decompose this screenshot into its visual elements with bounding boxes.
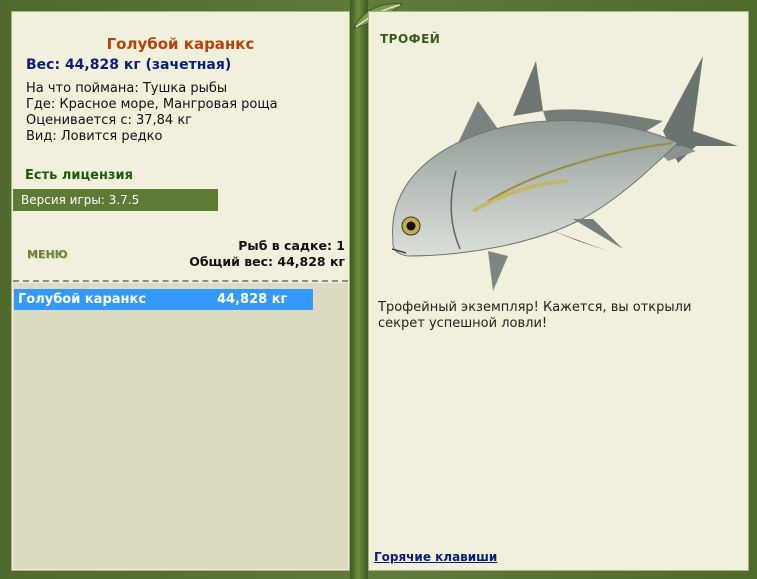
catch-list-item[interactable]: Голубой каранкс 44,828 кг <box>14 289 313 310</box>
right-panel: ТРОФЕЙ Трофейный экземпляр! Кажется, вы … <box>368 11 749 571</box>
rarity-info: Вид: Ловится редко <box>26 129 163 144</box>
game-version: Версия игры: 3.7.5 <box>13 189 218 211</box>
cage-stats: Рыб в садке: 1 Общий вес: 44,828 кг <box>189 238 345 270</box>
value-info: Оценивается с: 37,84 кг <box>26 113 193 128</box>
catch-item-weight: 44,828 кг <box>217 292 288 307</box>
cage-total-weight: Общий вес: 44,828 кг <box>189 254 345 269</box>
left-panel: Голубой каранкс Вес: 44,828 кг (зачетная… <box>11 11 350 571</box>
fish-title: Голубой каранкс <box>106 35 255 53</box>
trophy-message: Трофейный экземпляр! Кажется, вы открыли… <box>378 300 692 331</box>
trophy-label: ТРОФЕЙ <box>380 32 441 46</box>
catch-item-name: Голубой каранкс <box>18 292 147 307</box>
fish-weight: Вес: 44,828 кг (зачетная) <box>26 57 232 73</box>
fish-image <box>391 56 738 291</box>
cage-count: Рыб в садке: 1 <box>238 238 345 253</box>
catch-list <box>13 283 348 569</box>
bait-info: На что поймана: Тушка рыбы <box>26 81 228 96</box>
section-divider <box>13 280 348 282</box>
panel-divider <box>350 0 368 579</box>
menu-button[interactable]: МЕНЮ <box>27 248 68 261</box>
license-status: Есть лицензия <box>25 168 133 183</box>
hotkeys-link[interactable]: Горячие клавиши <box>374 550 497 564</box>
location-info: Где: Красное море, Мангровая роща <box>26 97 278 112</box>
